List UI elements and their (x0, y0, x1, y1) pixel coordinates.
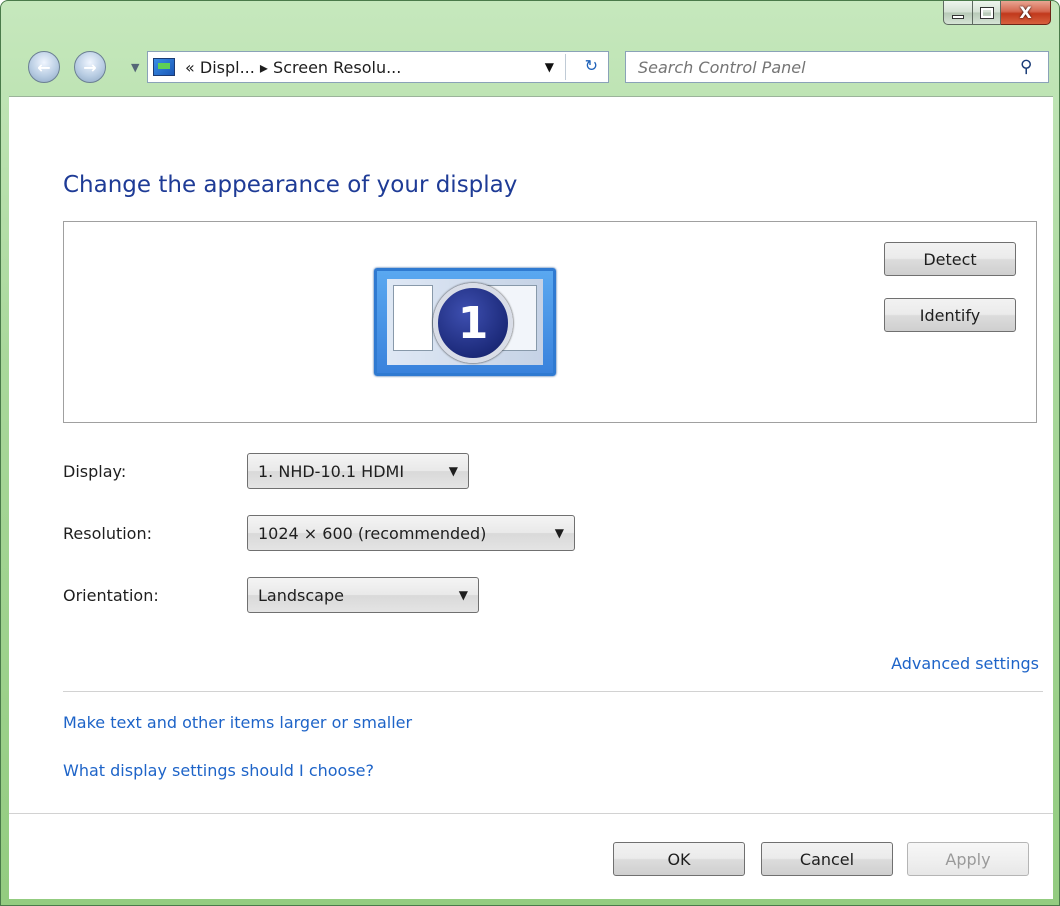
text-size-link[interactable]: Make text and other items larger or smal… (63, 713, 412, 732)
search-icon[interactable]: ⚲ (1020, 57, 1040, 77)
close-icon: X (1019, 3, 1032, 22)
monitor-screen: 1 (387, 279, 543, 365)
display-settings-help-link[interactable]: What display settings should I choose? (63, 761, 374, 780)
resolution-label: Resolution: (63, 523, 152, 543)
monitor-1[interactable]: 1 (374, 268, 556, 376)
display-value: 1. NHD-10.1 HDMI (258, 461, 405, 481)
resolution-row: Resolution: 1024 × 600 (recommended) ▼ (63, 515, 575, 551)
display-row: Display: 1. NHD-10.1 HDMI ▼ (63, 453, 469, 489)
recent-pages-dropdown[interactable]: ▼ (131, 61, 145, 74)
minimize-icon (952, 14, 964, 19)
breadcrumb[interactable]: « Displ... ▸ Screen Resolu... (185, 58, 401, 77)
maximize-icon (979, 6, 994, 19)
resolution-select[interactable]: 1024 × 600 (recommended) ▼ (247, 515, 575, 551)
chevron-down-icon: ▼ (448, 464, 458, 478)
identify-button[interactable]: Identify (884, 298, 1016, 332)
page-title: Change the appearance of your display (63, 172, 518, 198)
minimize-button[interactable] (943, 1, 973, 25)
dialog-footer: OK Cancel Apply (9, 813, 1053, 899)
search-input[interactable] (636, 56, 1020, 78)
resolution-value: 1024 × 600 (recommended) (258, 523, 487, 543)
orientation-row: Orientation: Landscape ▼ (63, 577, 479, 613)
refresh-icon[interactable]: ↻ (585, 56, 598, 75)
display-icon (153, 58, 175, 76)
orientation-label: Orientation: (63, 585, 159, 605)
forward-arrow-icon: → (83, 57, 97, 77)
display-label: Display: (63, 461, 127, 481)
address-dropdown-icon[interactable]: ▼ (545, 60, 554, 74)
close-button[interactable]: X (1001, 1, 1051, 25)
address-separator (565, 54, 566, 80)
monitor-window-left (393, 285, 433, 351)
address-bar[interactable]: « Displ... ▸ Screen Resolu... ▼ ↻ (147, 51, 609, 83)
display-arrangement-area: 1 Detect Identify (63, 221, 1037, 423)
window-controls: X (943, 1, 1051, 31)
advanced-settings-link[interactable]: Advanced settings (891, 654, 1039, 673)
apply-button[interactable]: Apply (907, 842, 1029, 876)
display-select[interactable]: 1. NHD-10.1 HDMI ▼ (247, 453, 469, 489)
orientation-value: Landscape (258, 585, 344, 605)
orientation-select[interactable]: Landscape ▼ (247, 577, 479, 613)
maximize-button[interactable] (973, 1, 1001, 25)
search-box[interactable]: ⚲ (625, 51, 1049, 83)
back-button[interactable]: ← (28, 51, 60, 83)
navigation-bar: ← → ▼ « Displ... ▸ Screen Resolu... ▼ ↻ … (1, 45, 1059, 89)
chevron-down-icon: ▼ (131, 61, 140, 74)
cancel-button[interactable]: Cancel (761, 842, 893, 876)
back-arrow-icon: ← (37, 57, 51, 77)
chevron-down-icon: ▼ (554, 526, 564, 540)
detect-button[interactable]: Detect (884, 242, 1016, 276)
chevron-down-icon: ▼ (458, 588, 468, 602)
ok-button[interactable]: OK (613, 842, 745, 876)
control-panel-window: X ← → ▼ « Displ... ▸ Screen Resolu... ▼ … (0, 0, 1060, 906)
main-content: Change the appearance of your display 1 … (9, 96, 1053, 899)
forward-button[interactable]: → (74, 51, 106, 83)
divider (63, 691, 1043, 692)
monitor-number-badge: 1 (433, 283, 513, 363)
